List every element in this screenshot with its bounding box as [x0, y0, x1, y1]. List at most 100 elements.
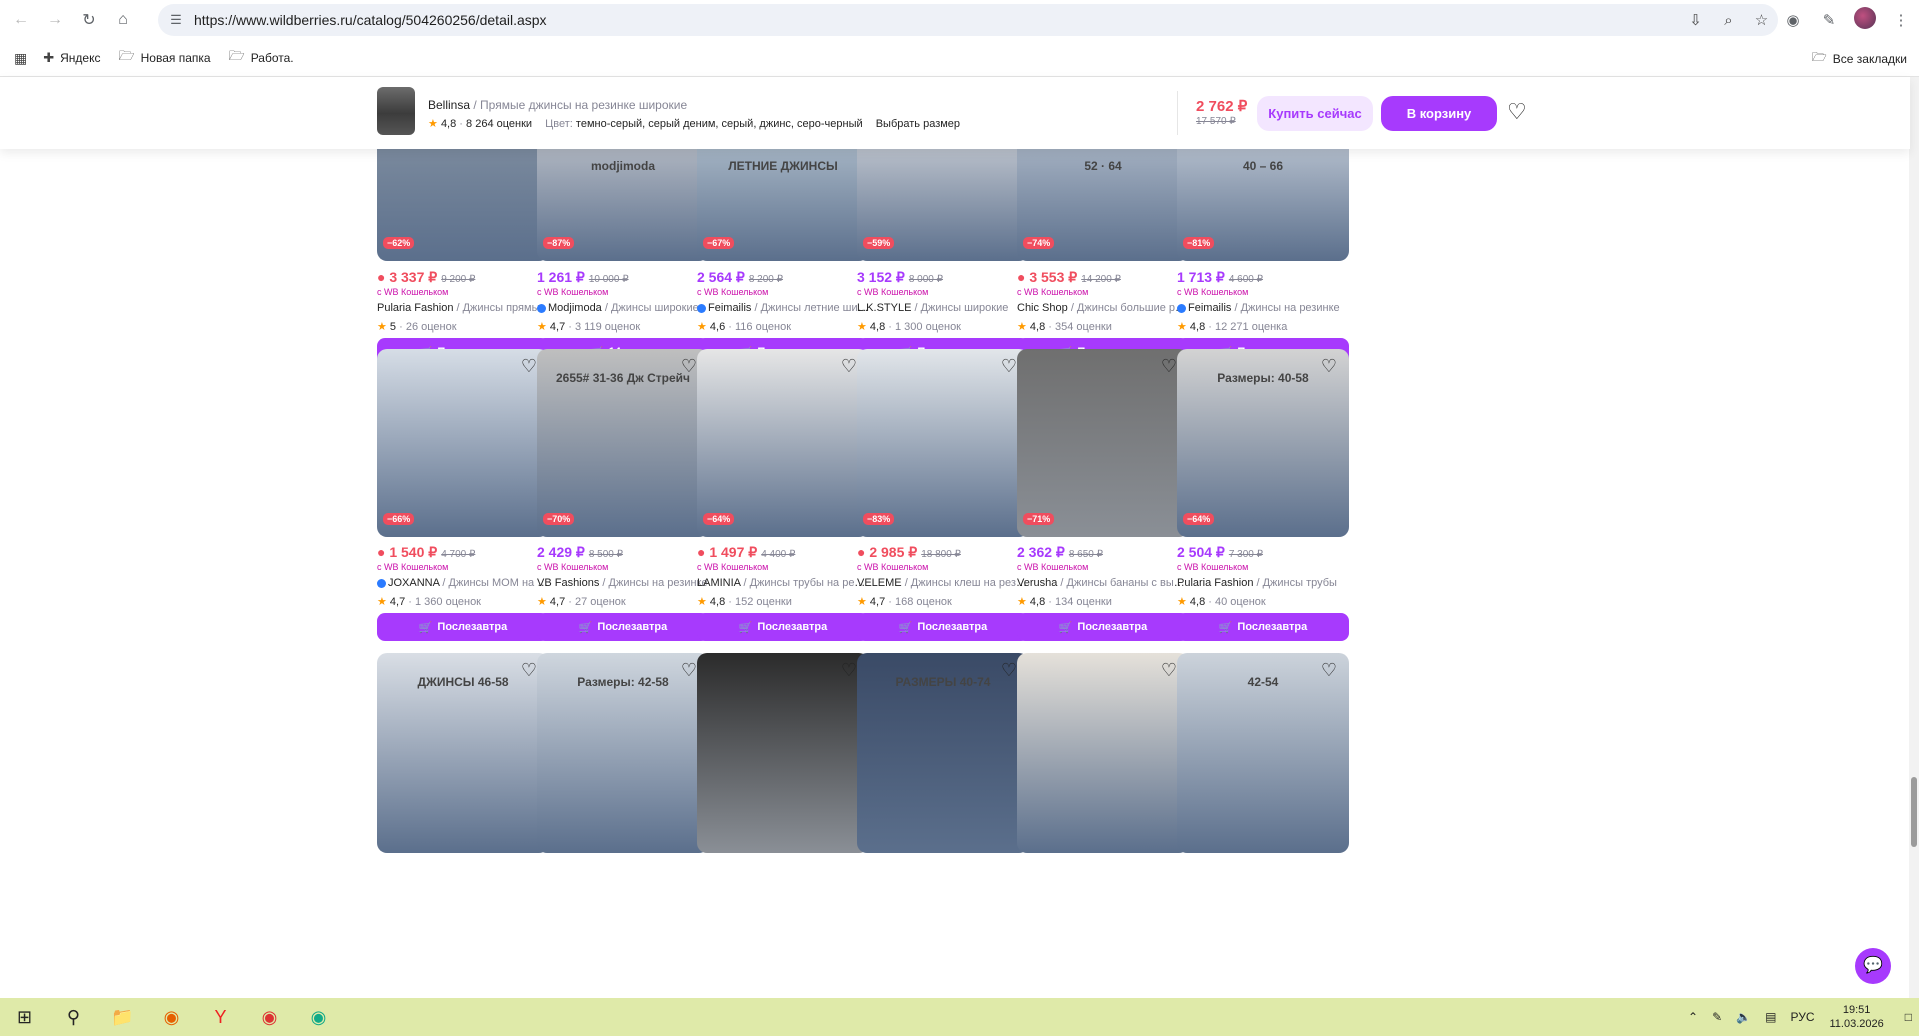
- apps-grid-icon[interactable]: ▦: [14, 50, 27, 67]
- product-name[interactable]: L.K.STYLE / Джинсы широкие: [857, 302, 1029, 314]
- delivery-cart-button[interactable]: 🛒 Послезавтра: [377, 613, 549, 641]
- menu-icon[interactable]: ⋮: [1883, 11, 1919, 29]
- all-bookmarks[interactable]: 🗁 Все закладки: [1812, 40, 1907, 77]
- url-text[interactable]: https://www.wildberries.ru/catalog/50426…: [194, 12, 547, 28]
- chrome-profile-icon[interactable]: ◉: [294, 998, 343, 1036]
- network-icon[interactable]: ▤: [1765, 1010, 1776, 1024]
- product-image[interactable]: РАЗМЕРЫ 40-74 ♡: [857, 653, 1029, 853]
- product-name[interactable]: Modjimoda / Джинсы широкие: [537, 302, 709, 314]
- product-image[interactable]: Размеры: 42-58 ♡: [537, 653, 709, 853]
- address-bar[interactable]: ☰ https://www.wildberries.ru/catalog/504…: [158, 4, 1778, 36]
- delivery-cart-button[interactable]: 🛒 Послезавтра: [1177, 613, 1349, 641]
- choose-size-link[interactable]: Выбрать размер: [876, 118, 960, 130]
- product-image[interactable]: ♡ −66%: [377, 349, 549, 537]
- scrollbar-thumb[interactable]: [1911, 777, 1917, 847]
- product-brand[interactable]: Bellinsa: [428, 98, 470, 112]
- bookmark-star-icon[interactable]: ☆: [1745, 11, 1778, 29]
- profile-avatar[interactable]: [1847, 7, 1883, 33]
- product-image[interactable]: −62%: [377, 149, 549, 261]
- product-name[interactable]: VELEME / Джинсы клеш на резинке: [857, 577, 1029, 589]
- product-meta: ★ 4,8 · 8 264 оценки Цвет: темно-серый, …: [428, 117, 960, 130]
- install-app-icon[interactable]: ⇩: [1679, 11, 1712, 29]
- back-icon[interactable]: ←: [4, 3, 38, 37]
- yandex-browser-icon[interactable]: Y: [196, 998, 245, 1036]
- bookmark-new-folder[interactable]: 🗁 Новая папка: [119, 47, 211, 69]
- extensions-icon[interactable]: ✎: [1811, 11, 1847, 29]
- product-name[interactable]: LAMINIA / Джинсы трубы на резинке: [697, 577, 869, 589]
- notifications-icon[interactable]: □: [1905, 1010, 1912, 1024]
- volume-icon[interactable]: 🔈: [1736, 1010, 1751, 1024]
- clock[interactable]: 19:51 11.03.2026: [1830, 1003, 1884, 1031]
- bookmark-yandex[interactable]: ✚ Яндекс: [43, 50, 100, 66]
- rating-line: ★ 5 · 26 оценок: [377, 320, 457, 333]
- bookmark-work[interactable]: 🗁 Работа.: [229, 47, 294, 69]
- wallet-note: с WB Кошельком: [377, 562, 449, 572]
- product-image[interactable]: 42-54 ♡: [1177, 653, 1349, 853]
- windows-start-icon[interactable]: ⊞: [0, 998, 49, 1036]
- search-icon[interactable]: ⚲: [49, 998, 98, 1036]
- delivery-cart-button[interactable]: 🛒 Послезавтра: [1017, 613, 1189, 641]
- product-title: / Джинсы на резинке: [599, 577, 708, 589]
- discount-badge: −71%: [1023, 513, 1055, 525]
- product-thumbnail[interactable]: [377, 87, 415, 135]
- discount-badge: −87%: [543, 237, 575, 249]
- verified-icon: [697, 303, 706, 313]
- chevron-up-icon[interactable]: ⌃: [1688, 1010, 1698, 1024]
- product-name[interactable]: JOXANNA / Джинсы МОМ на резинке: [377, 577, 549, 589]
- star-icon: ★: [377, 596, 390, 608]
- site-settings-icon[interactable]: ☰: [158, 12, 194, 28]
- product-name[interactable]: Feimailis / Джинсы летние широкие: [697, 302, 869, 314]
- product-name[interactable]: Pularia Fashion / Джинсы прямые: [377, 302, 549, 314]
- dot-separator: ·: [459, 118, 463, 130]
- product-title: / Джинсы широкие: [911, 302, 1009, 314]
- folder-icon: 🗁: [118, 48, 135, 63]
- brand-name: Chic Shop: [1017, 302, 1068, 314]
- delivery-cart-button[interactable]: 🛒 Послезавтра: [537, 613, 709, 641]
- product-name[interactable]: Verusha / Джинсы бананы с высокой: [1017, 577, 1189, 589]
- product-image[interactable]: ♡: [1017, 653, 1189, 853]
- product-image[interactable]: ДЖИНСЫ 46-58 ♡: [377, 653, 549, 853]
- language-indicator[interactable]: РУС: [1790, 1010, 1814, 1024]
- product-name[interactable]: Feimailis / Джинсы на резинке: [1177, 302, 1349, 314]
- file-explorer-icon[interactable]: 📁: [98, 998, 147, 1036]
- product-image[interactable]: 52 · 64 −74%: [1017, 149, 1189, 261]
- product-image[interactable]: modjimoda −87%: [537, 149, 709, 261]
- pen-icon[interactable]: ✎: [1712, 1010, 1722, 1024]
- favorite-heart-icon[interactable]: ♡: [1318, 355, 1340, 377]
- product-name[interactable]: Chic Shop / Джинсы большие размеры: [1017, 302, 1189, 314]
- product-image[interactable]: ЛЕТНИЕ ДЖИНСЫ −67%: [697, 149, 869, 261]
- page-scrollbar[interactable]: [1909, 77, 1919, 998]
- discount-badge: −81%: [1183, 237, 1215, 249]
- delivery-cart-button[interactable]: 🛒 Послезавтра: [857, 613, 1029, 641]
- product-image[interactable]: ♡ −83%: [857, 349, 1029, 537]
- product-image[interactable]: Размеры: 40-58 ♡ −64%: [1177, 349, 1349, 537]
- product-image[interactable]: ♡ −64%: [697, 349, 869, 537]
- delivery-label: Послезавтра: [917, 621, 988, 633]
- discount-badge: −66%: [383, 513, 415, 525]
- product-reviews[interactable]: 8 264 оценки: [466, 118, 532, 130]
- favorite-heart-icon[interactable]: ♡: [1318, 659, 1340, 681]
- home-icon[interactable]: ⌂: [106, 3, 140, 37]
- buy-now-button[interactable]: Купить сейчас: [1257, 96, 1373, 131]
- favorite-heart-icon[interactable]: ♡: [1507, 99, 1527, 125]
- reload-icon[interactable]: ↻: [72, 3, 106, 37]
- product-image[interactable]: ♡: [697, 653, 869, 853]
- add-to-cart-button[interactable]: В корзину: [1381, 96, 1497, 131]
- translate-icon[interactable]: ◉: [1775, 11, 1811, 29]
- product-image[interactable]: −59%: [857, 149, 1029, 261]
- bookmark-label: Работа.: [250, 51, 294, 65]
- chat-support-icon[interactable]: 💬: [1855, 948, 1891, 984]
- product-title: / Джинсы прямые: [453, 302, 546, 314]
- product-image[interactable]: ♡ −71%: [1017, 349, 1189, 537]
- firefox-icon[interactable]: ◉: [147, 998, 196, 1036]
- product-image[interactable]: 40 – 66 −81%: [1177, 149, 1349, 261]
- product-name[interactable]: Pularia Fashion / Джинсы трубы: [1177, 577, 1349, 589]
- product-image[interactable]: 2655# 31-36 Дж Стрейч ♡ −70%: [537, 349, 709, 537]
- forward-icon[interactable]: →: [38, 3, 72, 37]
- zoom-icon[interactable]: ⌕: [1712, 12, 1745, 29]
- review-count: · 116 оценок: [725, 321, 792, 333]
- chrome-icon[interactable]: ◉: [245, 998, 294, 1036]
- delivery-cart-button[interactable]: 🛒 Послезавтра: [697, 613, 869, 641]
- product-name[interactable]: VB Fashions / Джинсы на резинке: [537, 577, 709, 589]
- rating-value: 4,8: [1029, 321, 1046, 333]
